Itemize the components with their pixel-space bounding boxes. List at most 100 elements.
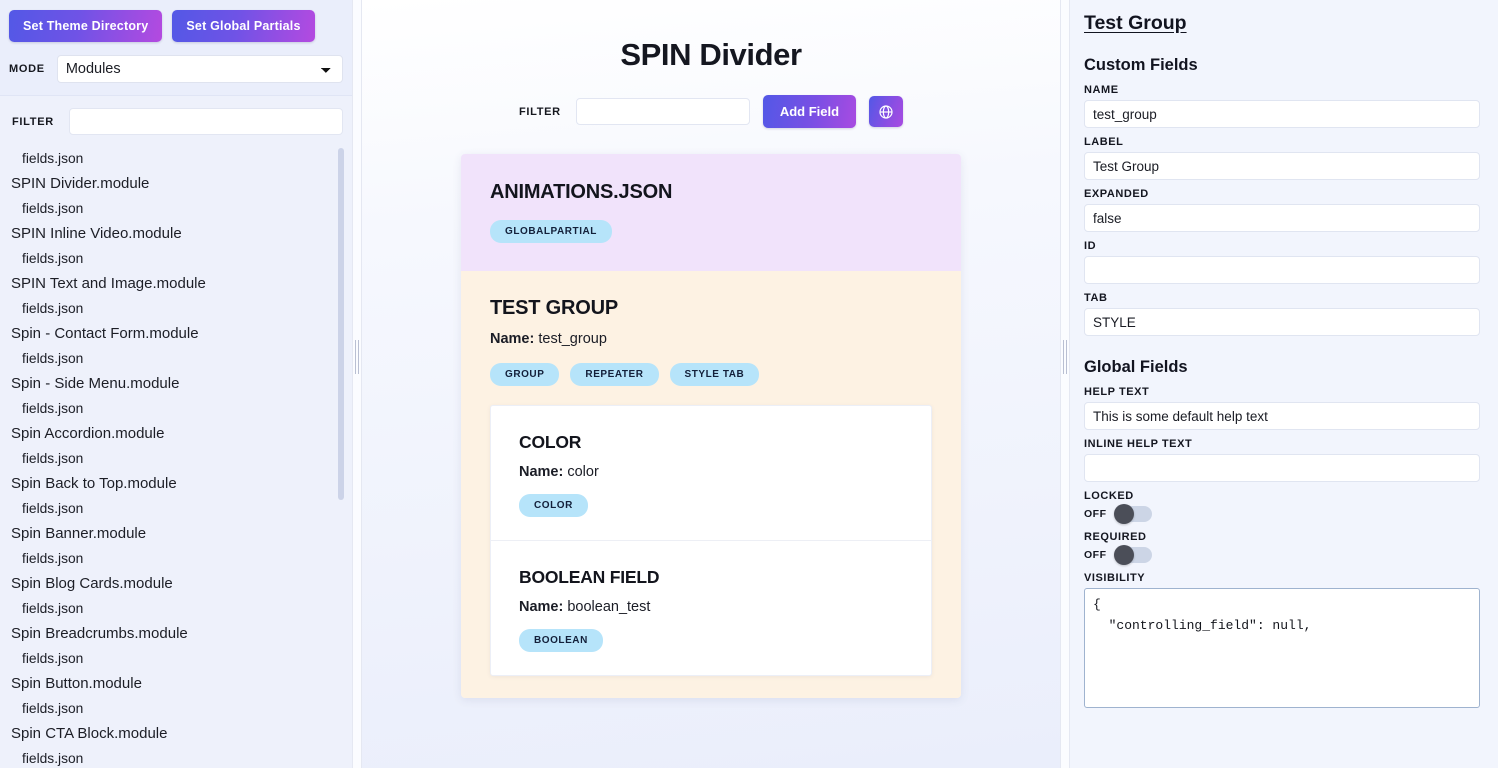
file-tree-item[interactable]: fields.json [11,396,346,421]
file-tree-item[interactable]: Spin Back to Top.module [11,471,346,496]
file-tree-item[interactable]: fields.json [11,246,346,271]
right-pane-resize-handle[interactable] [1060,0,1070,768]
custom-field-input[interactable] [1084,256,1480,284]
field-type-badge: REPEATER [570,363,659,386]
child-field-card[interactable]: COLOR Name: color COLOR [491,406,931,540]
sidebar-scrollbar[interactable] [338,146,344,768]
child-field-name-label: Name: [519,599,564,615]
child-field-heading: BOOLEAN FIELD [519,567,660,587]
file-tree-item[interactable]: fields.json [11,446,346,471]
global-fields-list: HELP TEXT INLINE HELP TEXT [1084,386,1480,482]
child-field-name-value: color [563,464,599,480]
file-tree[interactable]: fields.json SPIN Divider.module fields.jso… [0,146,352,768]
file-tree-item[interactable]: Spin Accordion.module [11,421,346,446]
group-badge-row: GROUP REPEATER STYLE TAB [490,363,932,386]
group-children: COLOR Name: color COLOR BOOLEAN FIELD Name: … [490,405,932,676]
visibility-textarea[interactable]: { "controlling_field": null, [1084,588,1480,708]
group-name-value: test_group [538,331,607,347]
global-field: HELP TEXT [1084,386,1480,430]
center-toolbar: FILTER Add Field [362,95,1060,128]
custom-field-input[interactable] [1084,204,1480,232]
file-tree-item[interactable]: fields.json [11,596,346,621]
sidebar-button-row: Set Theme Directory Set Global Partials [9,10,343,42]
field-type-badge: COLOR [519,494,588,517]
group-name-label: Name: [490,331,535,347]
toggle-switch[interactable] [1113,504,1152,524]
custom-field: ID [1084,240,1480,284]
custom-field: EXPANDED [1084,188,1480,232]
file-tree-item[interactable]: Spin Button.module [11,671,346,696]
file-tree-item[interactable]: SPIN Divider.module [11,171,346,196]
field-type-badge: GLOBALPARTIAL [490,220,612,243]
file-tree-item[interactable]: fields.json [11,546,346,571]
center-filter-input[interactable] [575,98,750,125]
visibility-label: VISIBILITY [1084,572,1146,584]
toggle-row: OFF [1084,504,1480,524]
inspector-title: Test Group [1084,12,1187,34]
custom-field-input[interactable] [1084,308,1480,336]
partial-heading: ANIMATIONS.JSON [490,181,673,203]
sidebar-filter-input[interactable] [68,108,343,135]
file-tree-item[interactable]: fields.json [11,646,346,671]
custom-field-label: LABEL [1084,136,1124,148]
add-field-button[interactable]: Add Field [762,95,857,128]
group-heading: TEST GROUP [490,297,619,319]
field-type-badge: GROUP [490,363,560,386]
field-type-badge: STYLE TAB [669,363,760,386]
set-global-partials-button[interactable]: Set Global Partials [172,10,315,42]
global-partial-section[interactable]: ANIMATIONS.JSON GLOBALPARTIAL [461,154,961,271]
file-tree-item[interactable]: Spin Banner.module [11,521,346,546]
file-tree-item[interactable]: SPIN Text and Image.module [11,271,346,296]
file-tree-item[interactable]: fields.json [11,496,346,521]
file-tree-item[interactable]: fields.json [11,696,346,721]
child-field-name-line: Name: boolean_test [519,599,903,615]
toggle-knob [1113,545,1134,565]
file-tree-item[interactable]: Spin - Contact Form.module [11,321,346,346]
sidebar-scrollbar-thumb[interactable] [338,148,344,500]
global-field: INLINE HELP TEXT [1084,438,1480,482]
inspector-pane: Test Group Custom Fields NAME LABEL EXPAND… [1070,0,1498,768]
file-tree-item[interactable]: Spin Blog Cards.module [11,571,346,596]
center-filter-label: FILTER [518,105,561,118]
global-partials-globe-button[interactable] [869,96,904,127]
custom-field-label: NAME [1084,84,1119,96]
page-title: SPIN Divider [620,37,802,72]
set-theme-directory-button[interactable]: Set Theme Directory [9,10,163,42]
child-field-name-label: Name: [519,464,564,480]
custom-field-label: ID [1084,240,1097,252]
mode-select[interactable]: Modules [56,55,343,83]
custom-field: NAME [1084,84,1480,128]
custom-field: LABEL [1084,136,1480,180]
toggle-switch[interactable] [1113,545,1152,565]
file-tree-item[interactable]: Spin - Side Menu.module [11,371,346,396]
file-tree-item[interactable]: fields.json [11,146,346,171]
file-tree-item[interactable]: fields.json [11,196,346,221]
file-tree-item[interactable]: fields.json [11,746,346,768]
toggle-knob [1113,504,1134,524]
visibility-field: VISIBILITY { "controlling_field": null, [1084,572,1480,713]
file-tree-item[interactable]: Spin CTA Block.module [11,721,346,746]
file-tree-item[interactable]: Spin Breadcrumbs.module [11,621,346,646]
left-pane-resize-handle[interactable] [352,0,362,768]
custom-field-input[interactable] [1084,152,1480,180]
mode-label: MODE [9,63,45,75]
custom-field-label: TAB [1084,292,1108,304]
global-field-input[interactable] [1084,402,1480,430]
file-tree-item[interactable]: fields.json [11,346,346,371]
global-field-input[interactable] [1084,454,1480,482]
global-field-label: HELP TEXT [1084,386,1150,398]
file-tree-item[interactable]: SPIN Inline Video.module [11,221,346,246]
child-field-card[interactable]: BOOLEAN FIELD Name: boolean_test BOOLEAN [491,540,931,675]
sidebar: Set Theme Directory Set Global Partials … [0,0,352,768]
resize-grip-icon [355,340,359,374]
global-field-label: INLINE HELP TEXT [1084,438,1193,450]
sidebar-filter-label: FILTER [12,115,54,128]
file-tree-item[interactable]: fields.json [11,296,346,321]
resize-grip-icon [1063,340,1067,374]
field-type-badge: BOOLEAN [519,629,603,652]
toggle-state-text: OFF [1084,508,1107,520]
custom-field-input[interactable] [1084,100,1480,128]
global-fields-title: Global Fields [1084,358,1188,376]
group-section[interactable]: TEST GROUP Name: test_group GROUP REPEATE… [461,271,961,698]
